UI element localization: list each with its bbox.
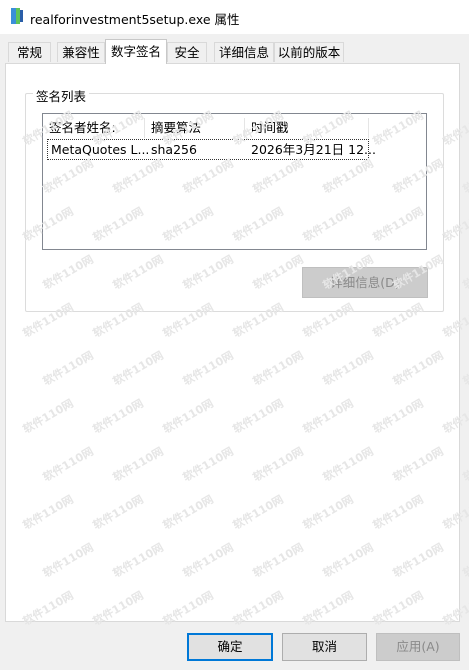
watermark-text: 软件110网 bbox=[460, 156, 469, 197]
column-timestamp[interactable]: 时间戳 bbox=[245, 118, 369, 138]
apply-button[interactable]: 应用(A) bbox=[376, 633, 460, 661]
row-digest: sha256 bbox=[151, 142, 197, 157]
tab-previous-versions[interactable]: 以前的版本 bbox=[274, 42, 344, 62]
watermark-text: 软件110网 bbox=[460, 348, 469, 389]
column-signer-name[interactable]: 签名者姓名: bbox=[43, 118, 145, 138]
column-digest-algorithm[interactable]: 摘要算法 bbox=[145, 118, 245, 138]
tab-digital-signatures[interactable]: 数字签名 bbox=[105, 39, 167, 64]
signature-details-button[interactable]: 详细信息(D) bbox=[302, 267, 428, 298]
watermark-text: 软件110网 bbox=[460, 540, 469, 581]
signature-list-label: 签名列表 bbox=[33, 86, 90, 105]
watermark-text: 软件110网 bbox=[460, 252, 469, 293]
signature-listview[interactable]: 签名者姓名: 摘要算法 时间戳 MetaQuotes L... sha256 2… bbox=[42, 113, 427, 250]
cancel-button[interactable]: 取消 bbox=[282, 633, 367, 661]
tab-details[interactable]: 详细信息 bbox=[214, 42, 274, 62]
row-signer: MetaQuotes L... bbox=[51, 142, 150, 157]
tab-general[interactable]: 常规 bbox=[8, 42, 51, 62]
tab-strip: 常规 兼容性 数字签名 安全 详细信息 以前的版本 bbox=[0, 0, 469, 64]
tab-compatibility[interactable]: 兼容性 bbox=[57, 42, 105, 62]
table-row[interactable]: MetaQuotes L... sha256 2026年3月21日 12... bbox=[47, 139, 376, 160]
listview-header: 签名者姓名: 摘要算法 时间戳 bbox=[43, 118, 426, 140]
tab-security[interactable]: 安全 bbox=[167, 42, 207, 62]
ok-button[interactable]: 确定 bbox=[187, 633, 273, 661]
watermark-text: 软件110网 bbox=[460, 444, 469, 485]
row-timestamp: 2026年3月21日 12... bbox=[251, 142, 376, 157]
